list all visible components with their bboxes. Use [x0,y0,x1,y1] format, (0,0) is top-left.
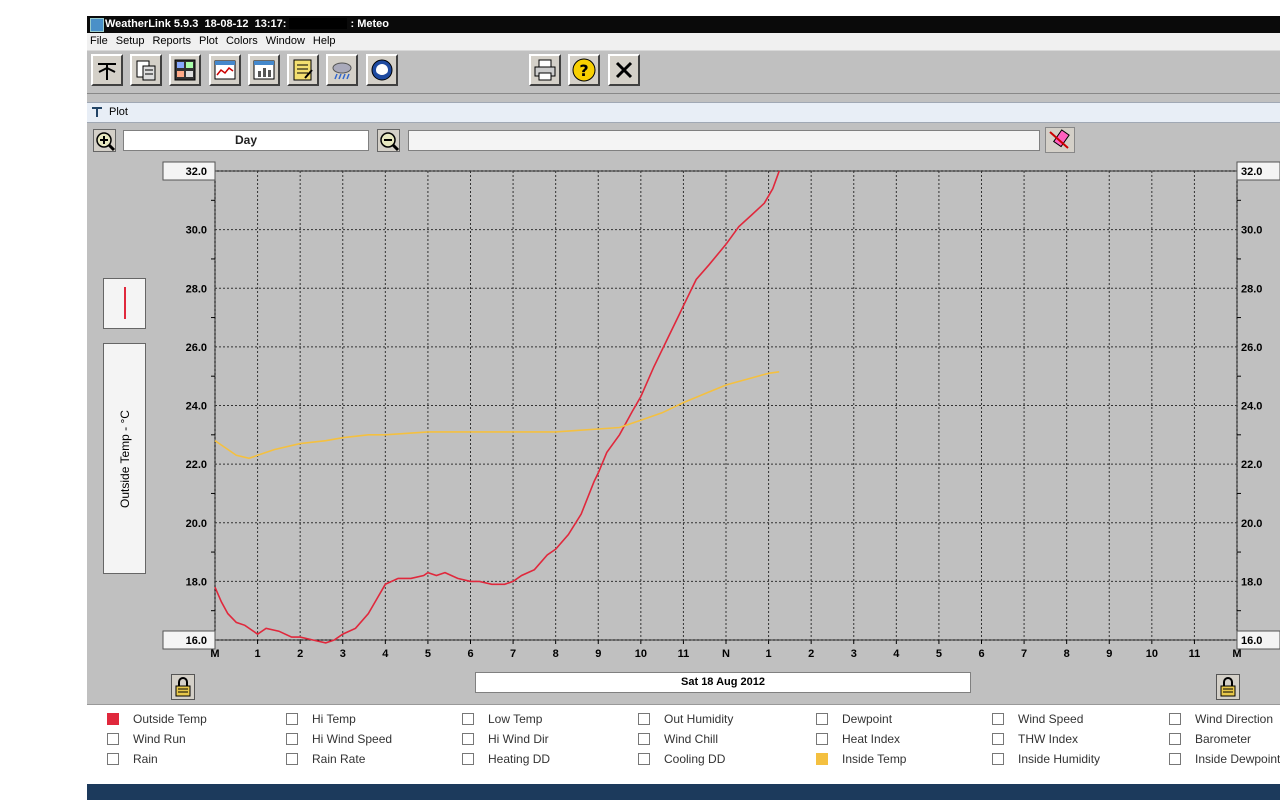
legend-checkbox[interactable] [638,733,650,745]
y-tick-label-left: 26.0 [186,342,207,354]
legend-checkbox[interactable] [107,713,119,725]
legend-label: Rain Rate [312,752,366,766]
y-tick-label-left: 18.0 [186,576,207,588]
y-tick-label-right: 28.0 [1241,283,1262,295]
y-tick-label-right: 20.0 [1241,518,1262,530]
legend-label: Hi Wind Dir [488,732,549,746]
x-tick-label: 1 [766,648,772,660]
x-tick-label: M [210,648,219,660]
legend-checkbox[interactable] [1169,713,1181,725]
legend-label: Dewpoint [842,712,893,726]
y-tick-label-right: 22.0 [1241,459,1262,471]
x-tick-label: 6 [978,648,984,660]
legend-checkbox[interactable] [992,753,1004,765]
y-tick-label-right: 16.0 [1241,635,1262,647]
x-tick-label: 10 [1146,648,1158,660]
x-tick-label: 11 [678,648,690,660]
legend-label: Low Temp [488,712,543,726]
x-tick-label: 8 [553,648,559,660]
legend-checkbox[interactable] [286,753,298,765]
x-tick-label: 2 [808,648,814,660]
chart-grid [211,170,1241,644]
legend-label: Heat Index [842,732,901,746]
legend-label: Out Humidity [664,712,734,726]
y-tick-label-left: 22.0 [186,459,207,471]
y-tick-label-right: 18.0 [1241,576,1262,588]
y-tick-label-left: 20.0 [186,518,207,530]
left-axis-lock-button[interactable] [171,674,195,700]
x-tick-label: 1 [255,648,261,660]
legend-label: Outside Temp [133,712,207,726]
legend-checkbox[interactable] [638,713,650,725]
legend-checkbox[interactable] [107,733,119,745]
x-tick-label: 5 [936,648,942,660]
legend-label: Barometer [1195,732,1252,746]
lock-icon [1220,677,1236,697]
legend-checkbox[interactable] [462,753,474,765]
legend-label: Wind Direction [1195,712,1274,726]
os-taskbar [87,784,1280,800]
x-tick-label: 8 [1064,648,1070,660]
legend-checkbox[interactable] [816,713,828,725]
y-tick-label-left: 28.0 [186,283,207,295]
y-tick-label-right: 32.0 [1241,166,1262,178]
x-tick-label: 6 [467,648,473,660]
y-tick-label-right: 30.0 [1241,225,1262,237]
legend-checkbox[interactable] [286,733,298,745]
x-tick-label: 7 [510,648,516,660]
legend-label: Wind Chill [664,732,719,746]
x-tick-label: N [722,648,730,660]
legend-checkbox[interactable] [107,753,119,765]
legend-label: Cooling DD [664,752,726,766]
legend-checkbox[interactable] [816,753,828,765]
legend-checkbox[interactable] [1169,733,1181,745]
right-axis-lock-button[interactable] [1216,674,1240,700]
series-legend: Outside Temp Hi Temp Low Temp Out Humidity D… [87,704,1280,787]
legend-checkbox[interactable] [992,713,1004,725]
legend-label: Hi Wind Speed [312,732,393,746]
x-tick-label: M [1232,648,1241,660]
legend-label: Inside Dewpoint [1195,752,1280,766]
date-label: Sat 18 Aug 2012 [475,672,971,693]
legend-checkbox[interactable] [462,713,474,725]
x-tick-label: 9 [595,648,601,660]
y-tick-label-left: 24.0 [186,401,207,413]
lock-icon [175,677,191,697]
legend-checkbox[interactable] [286,713,298,725]
x-tick-label: 4 [382,648,389,660]
legend-label: Wind Speed [1018,712,1084,726]
legend-checkbox[interactable] [816,733,828,745]
y-tick-label-left: 32.0 [186,166,207,178]
legend-label: Inside Humidity [1018,752,1101,766]
x-tick-label: 3 [340,648,346,660]
y-tick-label-right: 26.0 [1241,342,1262,354]
legend-checkbox[interactable] [1169,753,1181,765]
y-tick-label-right: 24.0 [1241,401,1262,413]
temperature-chart: 32.0 32.0 30.0 30.0 28.0 28.0 26.0 26.0 24.0 24.0… [162,161,1280,660]
legend-label: Rain [133,752,158,766]
x-tick-label: 7 [1021,648,1027,660]
x-axis-ticks: M 1 2 3 4 5 6 7 8 9 10 11 N 1 2 3 4 5 6 7 8 9 10 11 M [210,648,1241,660]
y-tick-label-left: 30.0 [186,225,207,237]
legend-checkbox[interactable] [638,753,650,765]
legend-label: Heating DD [488,752,551,766]
y-tick-label-left: 16.0 [186,635,207,647]
weatherlink-window: WeatherLink 5.9.3 18-08-12 13:17: : Mete… [87,16,1280,800]
legend-checkbox[interactable] [992,733,1004,745]
legend-label: Hi Temp [312,712,356,726]
x-tick-label: 9 [1106,648,1112,660]
x-tick-label: 2 [297,648,303,660]
legend-label: Inside Temp [842,752,907,766]
legend-checkbox[interactable] [462,733,474,745]
x-tick-label: 10 [635,648,647,660]
x-tick-label: 4 [893,648,900,660]
legend-label: THW Index [1018,732,1079,746]
x-tick-label: 3 [851,648,857,660]
legend-label: Wind Run [133,732,186,746]
x-tick-label: 5 [425,648,431,660]
x-tick-label: 11 [1189,648,1201,660]
